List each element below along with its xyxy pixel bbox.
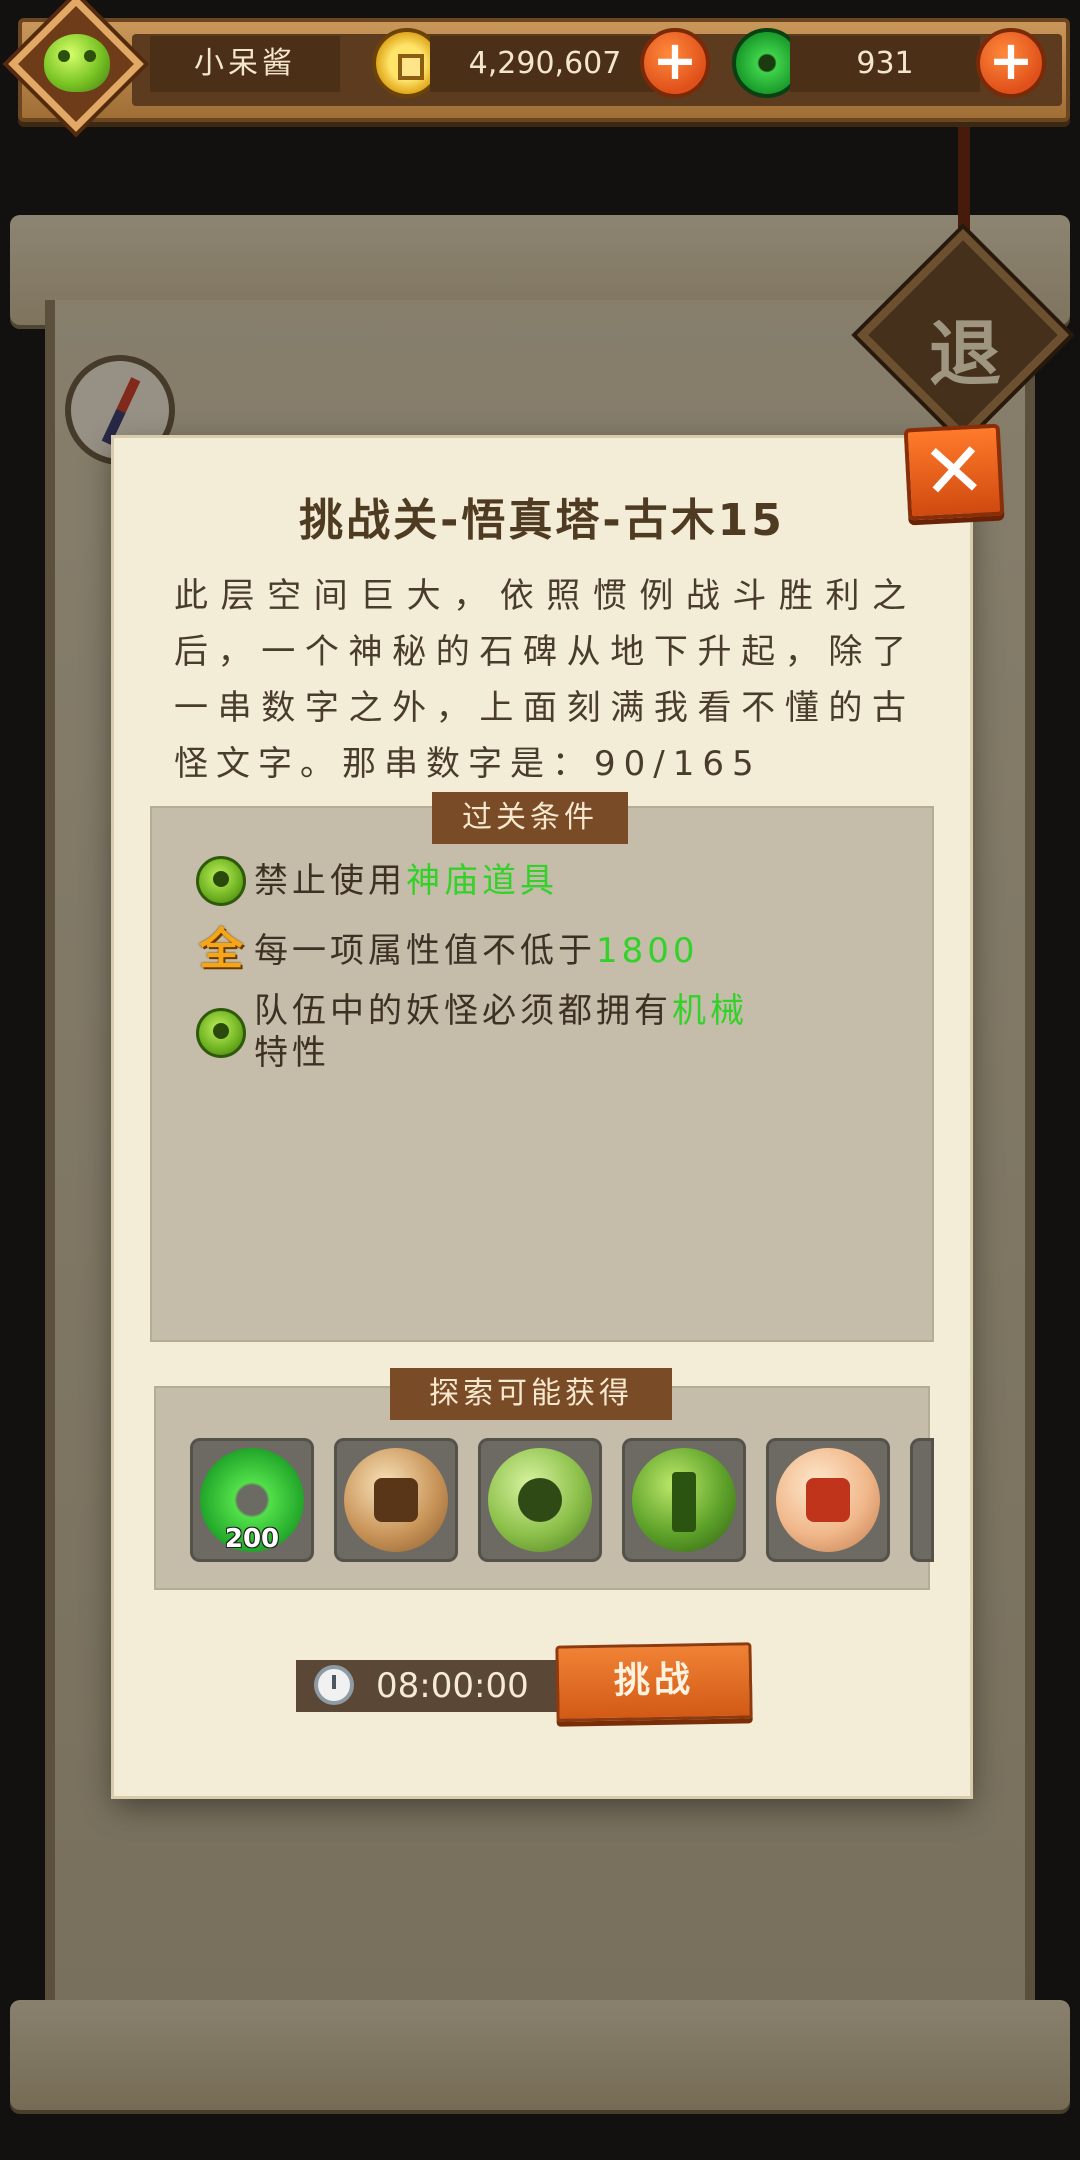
green-orb-icon [196, 1008, 246, 1058]
frog-avatar-icon [44, 34, 110, 92]
rewards-tab: 探索可能获得 [390, 1368, 672, 1420]
stopwatch-icon [314, 1665, 354, 1705]
add-coins-button[interactable]: + [640, 28, 710, 98]
strength-emblem [806, 1478, 850, 1522]
condition-text: 队伍中的妖怪必须都拥有 [254, 991, 672, 1031]
reward-slot[interactable] [766, 1438, 890, 1562]
condition-item: 禁止使用神庙道具 [196, 856, 558, 906]
reward-slot[interactable]: 200 [190, 1438, 314, 1562]
all-attributes-icon: 全 [199, 924, 243, 975]
tree-emblem [672, 1472, 696, 1532]
condition-text: 每一项属性值不低于 [254, 931, 596, 971]
condition-highlight: 机械 [672, 991, 748, 1031]
condition-suffix: 特性 [254, 1033, 330, 1073]
challenge-dialog: 挑战关-悟真塔-古木15 此层空间巨大，依照惯例战斗胜利之后，一个神秘的石碑从地… [114, 438, 970, 1796]
condition-highlight: 1800 [596, 931, 699, 971]
timer-value: 08:00:00 [376, 1666, 529, 1706]
reward-count: 200 [224, 1524, 280, 1554]
player-avatar[interactable] [8, 0, 144, 132]
condition-item: 队伍中的妖怪必须都拥有机械特性 [196, 990, 756, 1074]
conditions-tab: 过关条件 [432, 792, 628, 844]
add-jade-button[interactable]: + [976, 28, 1046, 98]
reward-slot[interactable] [334, 1438, 458, 1562]
dialog-description: 此层空间巨大，依照惯例战斗胜利之后，一个神秘的石碑从地下升起，除了一串数字之外，… [174, 576, 914, 784]
coin-count: 4,290,607 [430, 36, 660, 92]
reward-slot[interactable] [622, 1438, 746, 1562]
green-mech-orb-icon [488, 1448, 592, 1552]
tree-orb-icon [632, 1448, 736, 1552]
player-name: 小呆酱 [150, 36, 340, 92]
mech-emblem [518, 1478, 562, 1522]
close-button[interactable]: ✕ [903, 423, 1005, 521]
jade-count: 931 [790, 36, 980, 92]
dialog-title: 挑战关-悟真塔-古木15 [299, 495, 785, 546]
reward-slot[interactable] [478, 1438, 602, 1562]
rune-emblem [374, 1478, 418, 1522]
red-strength-orb-icon [776, 1448, 880, 1552]
condition-text: 禁止使用 [254, 861, 406, 901]
green-orb-icon [196, 856, 246, 906]
reward-slot-partial[interactable] [910, 1438, 934, 1562]
timer-display: 08:00:00 [296, 1660, 576, 1712]
brown-rune-orb-icon [344, 1448, 448, 1552]
condition-item: 全 每一项属性值不低于1800 [196, 926, 699, 976]
challenge-button[interactable]: 挑战 [555, 1642, 753, 1722]
condition-highlight: 神庙道具 [406, 861, 558, 901]
